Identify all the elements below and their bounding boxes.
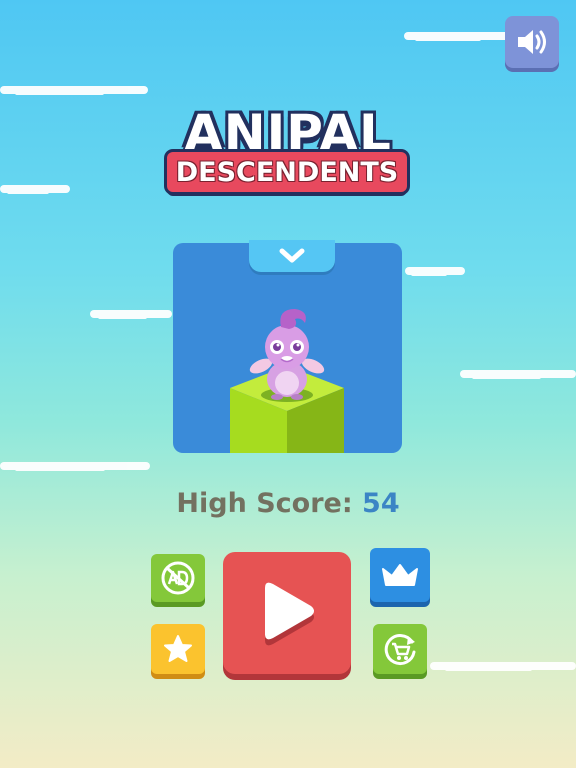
cloud [0,462,150,471]
sound-button[interactable] [505,16,559,68]
star-icon [164,635,192,662]
leaderboard-button[interactable] [370,548,430,602]
cloud [0,86,148,95]
high-score-label: High Score: [176,488,353,519]
crown-icon [382,564,418,586]
cloud [90,310,172,319]
remove-ads-button[interactable] [151,554,205,602]
game-subtitle: DESCENDENTS [175,156,399,188]
play-button[interactable] [223,552,351,674]
character-preview[interactable] [173,243,402,453]
character-illustration [230,309,344,453]
cloud [404,32,514,41]
restore-purchases-button[interactable] [373,624,427,674]
high-score: High Score: 54 [0,488,576,519]
high-score-value: 54 [362,488,400,519]
cloud [430,662,576,671]
cloud [0,185,70,194]
no-ads-icon [161,561,195,595]
rate-button[interactable] [151,624,205,674]
play-icon [265,582,314,646]
game-subtitle-banner: DESCENDENTS [167,152,407,192]
cart-restore-icon [384,634,416,666]
cloud [405,267,465,276]
speaker-icon [518,30,546,54]
cloud [460,370,576,379]
chevron-down-icon [279,248,305,263]
character-select-tab[interactable] [249,240,335,272]
